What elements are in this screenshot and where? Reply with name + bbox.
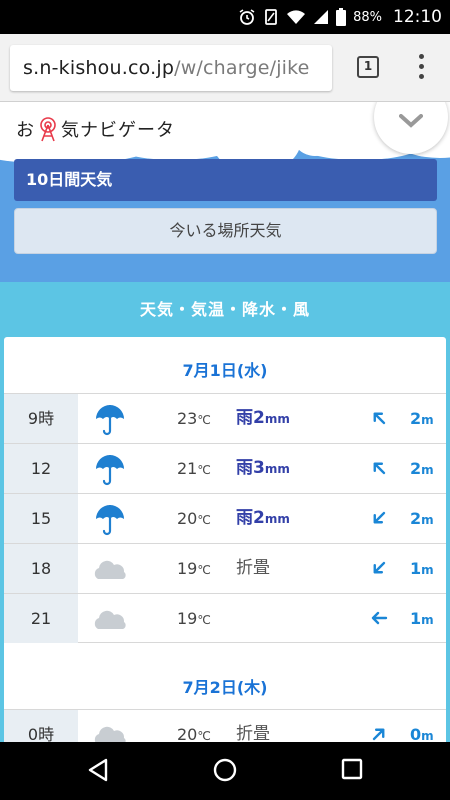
- current-location-weather-button[interactable]: 今いる場所天気: [14, 208, 437, 254]
- overflow-menu-icon[interactable]: [412, 52, 432, 82]
- clock: 12:10: [393, 7, 442, 27]
- precipitation-value: 折畳: [236, 558, 270, 578]
- logo-text-rest: 気ナビゲータ: [61, 120, 175, 141]
- url-domain: s.n-kishou.co.jp: [23, 57, 175, 79]
- wind-speed-unit: m: [421, 729, 434, 743]
- precipitation: 雨2mm: [236, 394, 290, 444]
- precipitation: 折畳: [236, 544, 270, 594]
- precipitation: 雨3mm: [236, 444, 290, 494]
- temperature-unit: ℃: [197, 729, 211, 743]
- home-icon[interactable]: [212, 757, 238, 783]
- forecast-row: 9時 23℃ 雨2mm 2m: [4, 393, 446, 443]
- cloud-icon: [92, 553, 128, 585]
- wind-speed-value: 2: [410, 509, 422, 528]
- hour-label: 15: [4, 494, 78, 543]
- wind-speed-unit: m: [421, 413, 434, 427]
- temperature-value: 19: [177, 609, 198, 628]
- status-icons: 88% 12:10: [238, 0, 442, 34]
- wind-speed-value: 1: [410, 559, 422, 578]
- wind-direction-arrow-icon: [370, 609, 388, 627]
- umbrella-icon: [92, 453, 128, 486]
- date-header: 7月1日(水): [182, 361, 268, 380]
- forecast-row: 12 21℃ 雨3mm 2m: [4, 443, 446, 493]
- umbrella-icon: [92, 503, 128, 536]
- wind-speed-unit: m: [421, 463, 434, 477]
- temperature-unit: ℃: [197, 513, 211, 527]
- antenna-icon: [36, 116, 60, 142]
- wind-direction-arrow-icon: [370, 459, 388, 477]
- ten-day-forecast-button[interactable]: 10日間天気: [14, 159, 437, 201]
- temperature-unit: ℃: [197, 563, 211, 577]
- precipitation-value: 雨2: [236, 508, 265, 528]
- precipitation-unit: mm: [264, 512, 290, 526]
- temperature: 21℃: [177, 444, 211, 495]
- hour-label: 9時: [4, 394, 78, 443]
- temperature-value: 21: [177, 459, 198, 478]
- date-header: 7月2日(木): [182, 678, 268, 697]
- precipitation: 雨2mm: [236, 494, 290, 544]
- section-title: 天気・気温・降水・風: [139, 300, 310, 319]
- back-icon[interactable]: [86, 757, 110, 783]
- wind-direction-arrow-icon: [370, 409, 388, 427]
- wind-speed-value: 1: [410, 609, 422, 628]
- wifi-icon: [287, 10, 306, 24]
- forecast-row: 15 20℃ 雨2mm 2m: [4, 493, 446, 543]
- wind-speed-unit: m: [421, 613, 434, 627]
- wind-speed: 2m: [410, 394, 434, 445]
- recents-icon[interactable]: [341, 757, 363, 781]
- temperature-value: 19: [177, 559, 198, 578]
- precipitation-value: 雨2: [236, 408, 265, 428]
- wind-speed-value: 2: [410, 459, 422, 478]
- wind-speed-unit: m: [421, 513, 434, 527]
- precipitation-value: 雨3: [236, 458, 265, 478]
- logo-text-o: お: [16, 120, 35, 141]
- temperature-value: 23: [177, 409, 198, 428]
- alarm-icon: [239, 9, 255, 25]
- forecast-section: 天気・気温・降水・風 7月1日(水) 9時 23℃ 雨2mm 2m 12 21℃ 雨3mm 2…: [0, 282, 450, 759]
- temperature-unit: ℃: [197, 413, 211, 427]
- tab-switcher-button[interactable]: 1: [357, 56, 379, 78]
- forecast-card: 7月1日(水) 9時 23℃ 雨2mm 2m 12 21℃ 雨3mm 2m 15 20℃ 雨2mm 2…: [4, 337, 446, 759]
- wind-direction-arrow-icon: [370, 559, 388, 577]
- wind-direction-arrow-icon: [370, 509, 388, 527]
- temperature-value: 20: [177, 509, 198, 528]
- forecast-row: 21 19℃ 1m: [4, 593, 446, 643]
- temperature-unit: ℃: [197, 463, 211, 477]
- url-path: /w/charge/jike: [174, 57, 310, 79]
- hour-label: 21: [4, 594, 78, 643]
- precipitation-value: 折畳: [236, 724, 270, 744]
- battery-percent: 88%: [353, 9, 382, 25]
- temperature: 23℃: [177, 394, 211, 445]
- hour-label: 18: [4, 544, 78, 593]
- wind-speed: 1m: [410, 594, 434, 645]
- precipitation-unit: mm: [264, 412, 290, 426]
- forecast-row: 18 19℃ 折畳 1m: [4, 543, 446, 593]
- android-nav-bar: [0, 742, 450, 800]
- signal-icon: [314, 10, 329, 24]
- hour-label: 12: [4, 444, 78, 493]
- battery-icon: [336, 8, 347, 26]
- status-bar: 88% 12:10: [0, 0, 450, 34]
- precipitation-unit: mm: [264, 462, 290, 476]
- wind-speed: 1m: [410, 544, 434, 595]
- address-bar[interactable]: s.n-kishou.co.jp/w/charge/jike: [10, 45, 332, 91]
- wind-speed: 2m: [410, 494, 434, 545]
- chevron-down-icon: [399, 114, 423, 128]
- wind-speed-value: 2: [410, 409, 422, 428]
- wind-speed: 2m: [410, 444, 434, 495]
- cloud-icon: [92, 603, 128, 635]
- wind-speed-unit: m: [421, 563, 434, 577]
- vibrate-icon: [265, 9, 277, 25]
- browser-toolbar: s.n-kishou.co.jp/w/charge/jike 1: [0, 34, 450, 102]
- site-header: お 気ナビゲータ 10日間天気 今いる場所天気: [0, 102, 450, 282]
- temperature: 19℃: [177, 594, 211, 645]
- temperature-unit: ℃: [197, 613, 211, 627]
- site-logo[interactable]: お 気ナビゲータ: [16, 116, 175, 142]
- hourly-table: 9時 23℃ 雨2mm 2m 12 21℃ 雨3mm 2m 15 20℃ 雨2mm 2m 18 19℃ 折畳…: [4, 393, 446, 643]
- wind-direction-arrow-icon: [370, 725, 388, 743]
- temperature: 20℃: [177, 494, 211, 545]
- umbrella-icon: [92, 403, 128, 436]
- url-text[interactable]: s.n-kishou.co.jp/w/charge/jike: [23, 57, 310, 79]
- temperature: 19℃: [177, 544, 211, 595]
